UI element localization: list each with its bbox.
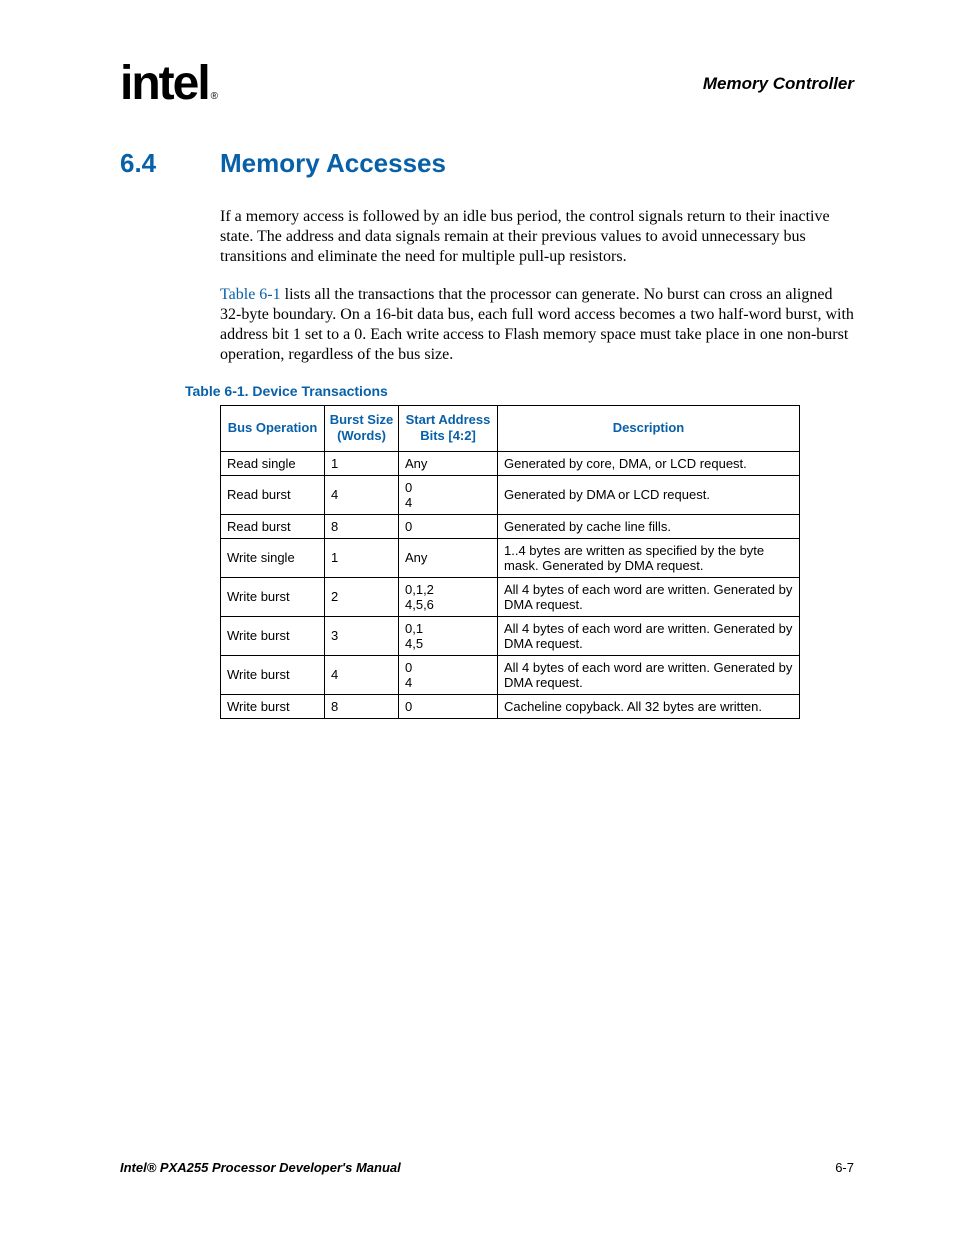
paragraph-2: Table 6-1 lists all the transactions tha… [220,285,854,365]
paragraph-1: If a memory access is followed by an idl… [220,207,854,267]
th-burst-size: Burst Size (Words) [325,406,399,452]
cell-desc: Generated by DMA or LCD request. [498,475,800,514]
cell-op: Read single [221,451,325,475]
cell-addr: 0 [399,694,498,718]
intel-logo: intel® [120,60,216,108]
cell-desc: All 4 bytes of each word are written. Ge… [498,577,800,616]
cell-burst: 1 [325,538,399,577]
table-caption: Table 6-1. Device Transactions [185,383,854,399]
section-number: 6.4 [120,148,220,179]
cell-desc: All 4 bytes of each word are written. Ge… [498,655,800,694]
table-row: Read burst404Generated by DMA or LCD req… [221,475,800,514]
footer-manual-title: Intel® PXA255 Processor Developer's Manu… [120,1160,401,1175]
section-heading: 6.4 Memory Accesses [120,148,854,179]
cell-addr: Any [399,451,498,475]
cell-desc: Cacheline copyback. All 32 bytes are wri… [498,694,800,718]
cell-desc: All 4 bytes of each word are written. Ge… [498,616,800,655]
th-start-address: Start Address Bits [4:2] [399,406,498,452]
cell-op: Write burst [221,694,325,718]
cell-burst: 1 [325,451,399,475]
th-description: Description [498,406,800,452]
cell-op: Read burst [221,514,325,538]
cell-addr: Any [399,538,498,577]
section-title: Memory Accesses [220,148,446,179]
cell-op: Write burst [221,577,325,616]
cell-burst: 4 [325,655,399,694]
cell-op: Write burst [221,655,325,694]
footer-page-number: 6-7 [835,1160,854,1175]
device-transactions-table: Bus Operation Burst Size (Words) Start A… [220,405,800,719]
cell-burst: 3 [325,616,399,655]
paragraph-2-rest: lists all the transactions that the proc… [220,286,854,363]
table-header-row: Bus Operation Burst Size (Words) Start A… [221,406,800,452]
page-header: intel® Memory Controller [120,60,854,108]
cell-desc: Generated by core, DMA, or LCD request. [498,451,800,475]
page-footer: Intel® PXA255 Processor Developer's Manu… [120,1160,854,1175]
cell-addr: 0 [399,514,498,538]
cell-addr: 0,14,5 [399,616,498,655]
cell-addr: 0,1,24,5,6 [399,577,498,616]
cell-desc: Generated by cache line fills. [498,514,800,538]
logo-text: intel [120,57,209,110]
table-row: Write burst30,14,5All 4 bytes of each wo… [221,616,800,655]
cell-burst: 2 [325,577,399,616]
table-row: Write burst404All 4 bytes of each word a… [221,655,800,694]
cell-op: Write single [221,538,325,577]
registered-mark: ® [211,91,216,102]
cell-burst: 8 [325,694,399,718]
th-bus-operation: Bus Operation [221,406,325,452]
table-body: Read single1AnyGenerated by core, DMA, o… [221,451,800,718]
table-row: Write burst20,1,24,5,6All 4 bytes of eac… [221,577,800,616]
cell-burst: 8 [325,514,399,538]
table-crossref-link[interactable]: Table 6-1 [220,286,281,303]
table-row: Read single1AnyGenerated by core, DMA, o… [221,451,800,475]
table-row: Read burst80Generated by cache line fill… [221,514,800,538]
cell-desc: 1..4 bytes are written as specified by t… [498,538,800,577]
cell-op: Read burst [221,475,325,514]
chapter-title: Memory Controller [703,74,854,94]
cell-burst: 4 [325,475,399,514]
cell-op: Write burst [221,616,325,655]
cell-addr: 04 [399,475,498,514]
table-row: Write burst80Cacheline copyback. All 32 … [221,694,800,718]
cell-addr: 04 [399,655,498,694]
table-row: Write single1Any1..4 bytes are written a… [221,538,800,577]
